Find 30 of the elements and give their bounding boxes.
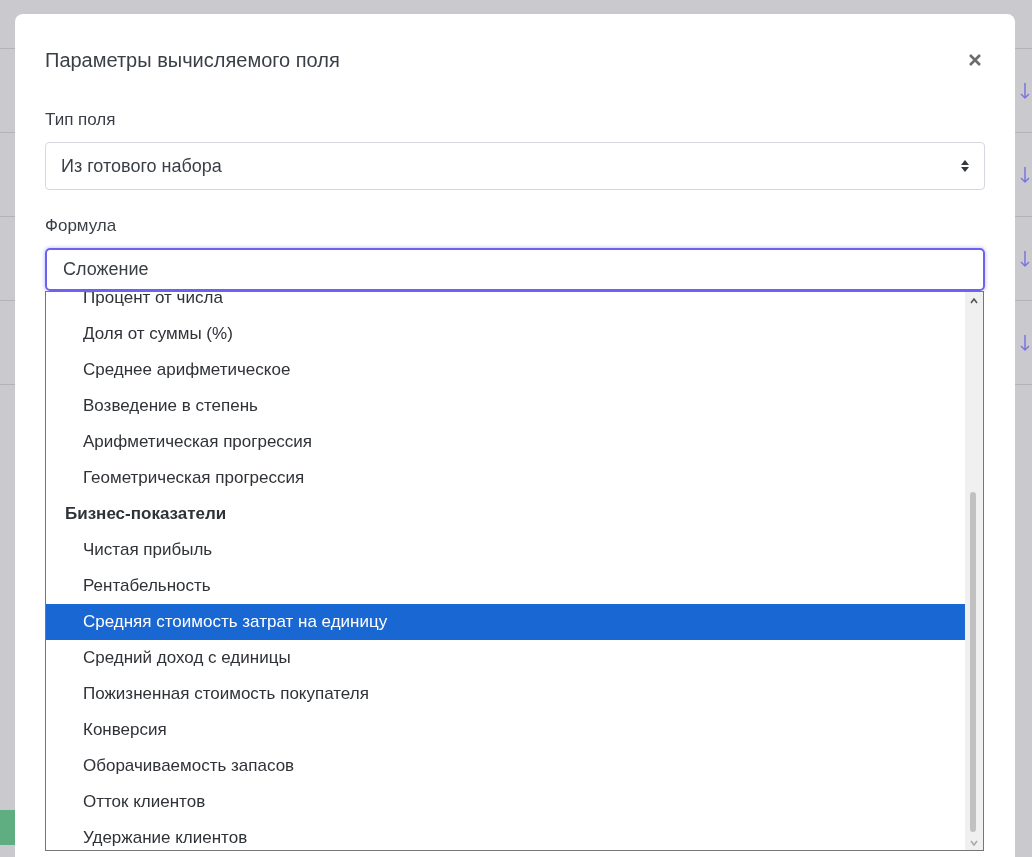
dropdown-option[interactable]: Арифметическая прогрессия: [46, 424, 965, 460]
option-group-label: Бизнес-показатели: [64, 503, 228, 525]
dropdown-option[interactable]: Удержание клиентов: [46, 820, 965, 850]
type-select[interactable]: Из готового набора: [45, 142, 985, 190]
dropdown-option[interactable]: Отток клиентов: [46, 784, 965, 820]
down-arrow-icon[interactable]: [1020, 333, 1030, 352]
down-arrow-icon[interactable]: [1020, 81, 1030, 100]
dropdown-option[interactable]: Доля от суммы (%): [46, 316, 965, 352]
field-label: Тип поля: [45, 110, 117, 130]
field-label: Формула: [45, 216, 118, 236]
dropdown-option[interactable]: Процент от числа: [46, 292, 965, 316]
scroll-thumb[interactable]: [970, 492, 976, 832]
dropdown-option[interactable]: Возведение в степень: [46, 388, 965, 424]
dialog-title: Параметры вычисляемого поля: [45, 48, 340, 72]
dropdown-option[interactable]: Среднее арифметическое: [46, 352, 965, 388]
dropdown-option[interactable]: Геометрическая прогрессия: [46, 460, 965, 496]
formula-input[interactable]: Сложение: [45, 248, 985, 291]
dropdown-option[interactable]: Средний доход с единицы: [46, 640, 965, 676]
scrollbar[interactable]: [965, 292, 983, 850]
dropdown-option[interactable]: Рентабельность: [46, 568, 965, 604]
dropdown-option[interactable]: Конверсия: [46, 712, 965, 748]
up-chevron-icon[interactable]: [970, 298, 978, 304]
dropdown-option[interactable]: Оборачиваемость запасов: [46, 748, 965, 784]
dropdown-option[interactable]: Средняя стоимость затрат на единицу: [46, 604, 965, 640]
dropdown-option[interactable]: Чистая прибыль: [46, 532, 965, 568]
dropdown-option[interactable]: Пожизненная стоимость покупателя: [46, 676, 965, 712]
sort-caret-icon: [960, 159, 970, 173]
down-arrow-icon[interactable]: [1020, 165, 1030, 184]
down-chevron-icon[interactable]: [970, 840, 978, 846]
down-arrow-icon[interactable]: [1020, 249, 1030, 268]
